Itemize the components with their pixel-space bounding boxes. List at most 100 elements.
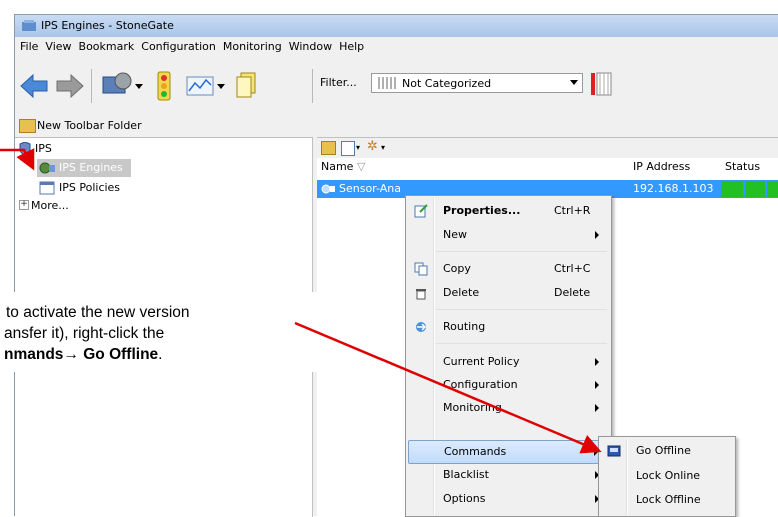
- chevron-down-icon[interactable]: ▾: [381, 143, 385, 152]
- menu-item-shortcut: Ctrl+R: [554, 204, 591, 217]
- main-toolbar: Filter... Not Categorized: [15, 57, 778, 116]
- menu-item-label: Routing: [443, 320, 486, 333]
- tree-item-label: More...: [31, 199, 69, 212]
- new-element-icon[interactable]: [341, 141, 355, 156]
- tree-item-label: IPS Engines: [59, 161, 123, 174]
- tree-item-ips-policies[interactable]: IPS Policies: [37, 179, 157, 197]
- menu-item-label: New: [443, 228, 467, 241]
- forward-arrow-icon[interactable]: [55, 71, 85, 101]
- menu-item-label: Configuration: [443, 378, 518, 391]
- menu-item-label: Blacklist: [443, 468, 489, 481]
- shield-icon: [19, 142, 31, 155]
- menu-help[interactable]: Help: [334, 37, 366, 53]
- column-header-label: Name: [321, 160, 354, 173]
- menu-item-copy[interactable]: Copy Ctrl+C: [408, 258, 609, 280]
- go-offline-icon: [607, 445, 621, 457]
- expand-plus-icon[interactable]: +: [19, 200, 29, 210]
- delete-icon: [416, 289, 426, 300]
- menu-item-options[interactable]: Options: [408, 488, 609, 510]
- menu-item-label: Delete: [443, 286, 480, 299]
- traffic-light-icon[interactable]: [151, 71, 177, 101]
- menu-item-label: Lock Online: [636, 469, 701, 482]
- menu-item-label: Current Policy: [443, 355, 520, 368]
- chevron-down-icon[interactable]: ▾: [356, 143, 360, 152]
- documents-icon[interactable]: [233, 71, 259, 101]
- menu-file[interactable]: File: [15, 37, 40, 53]
- menu-item-new[interactable]: New: [408, 224, 609, 246]
- monitoring-chart-icon[interactable]: [185, 71, 227, 101]
- status-indicator: [745, 181, 765, 197]
- callout-line-3: nmands→ Go Offline.: [4, 346, 162, 364]
- ips-engine-icon: [321, 184, 335, 194]
- filter-label: Filter...: [320, 76, 357, 89]
- column-header-status[interactable]: Status: [725, 160, 775, 178]
- tree-root-ips[interactable]: IPS: [17, 140, 297, 158]
- column-header-name[interactable]: Name ▽: [321, 160, 621, 178]
- toolbar-folder-bar: New Toolbar Folder: [15, 115, 778, 137]
- filter-category-select[interactable]: Not Categorized: [371, 73, 583, 93]
- callout-period: .: [158, 346, 163, 363]
- menu-bookmark[interactable]: Bookmark: [74, 37, 137, 53]
- menu-item-routing[interactable]: Routing: [408, 316, 609, 338]
- menu-item-shortcut: Ctrl+C: [554, 262, 591, 275]
- callout-arrow: →: [63, 346, 79, 363]
- folder-up-icon[interactable]: [321, 141, 336, 155]
- callout-line-1: to activate the new version: [6, 304, 190, 321]
- column-header-label: Status: [725, 160, 761, 173]
- menu-item-blacklist[interactable]: Blacklist: [408, 464, 609, 486]
- ips-engine-icon: [39, 162, 55, 174]
- title-bar: IPS Engines - StoneGate: [15, 15, 778, 37]
- properties-icon: [414, 204, 428, 218]
- submenu-arrow-icon: [595, 231, 599, 239]
- menu-item-label: Copy: [443, 262, 471, 275]
- submenu-arrow-icon: [595, 358, 599, 366]
- filter-category-value: Not Categorized: [402, 77, 492, 90]
- submenu-arrow-icon: [595, 404, 599, 412]
- tree-item-ips-engines[interactable]: IPS Engines: [37, 159, 131, 177]
- category-filter-icon[interactable]: [589, 71, 613, 97]
- menu-item-configuration[interactable]: Configuration: [408, 374, 609, 396]
- list-toolbar: ▾ ✲ ▾: [317, 138, 778, 158]
- column-header-ip-address[interactable]: IP Address: [633, 160, 713, 178]
- status-indicator: [767, 181, 778, 197]
- menu-item-go-offline[interactable]: Go Offline: [601, 440, 733, 462]
- menu-item-label: Lock Offline: [636, 493, 701, 506]
- window-title: IPS Engines - StoneGate: [41, 19, 174, 32]
- new-folder-icon: [19, 119, 36, 133]
- column-header-label: IP Address: [633, 160, 691, 173]
- routing-icon: [416, 322, 427, 332]
- submenu-arrow-icon: [595, 381, 599, 389]
- gear-icon[interactable]: ✲: [367, 139, 378, 154]
- tree-item-more[interactable]: + More...: [17, 197, 137, 215]
- menu-window[interactable]: Window: [284, 37, 334, 53]
- menu-item-label: Options: [443, 492, 486, 505]
- menu-item-lock-offline[interactable]: Lock Offline: [601, 489, 733, 511]
- copy-icon: [414, 262, 428, 276]
- menu-item-monitoring[interactable]: Monitoring: [408, 397, 609, 419]
- menu-monitoring[interactable]: Monitoring: [218, 37, 284, 53]
- callout-line-2: ansfer it), right-click the: [4, 325, 165, 342]
- menu-item-label: Commands: [444, 445, 507, 458]
- back-arrow-icon[interactable]: [19, 71, 49, 101]
- menu-item-label: Properties...: [443, 204, 521, 217]
- status-indicator: [721, 181, 743, 197]
- system-status-icon[interactable]: [101, 71, 145, 101]
- menu-bar: File View Bookmark Configuration Monitoring W…: [15, 37, 778, 57]
- engine-name-cell: Sensor-Ana: [339, 182, 401, 195]
- new-toolbar-folder-button[interactable]: New Toolbar Folder: [37, 119, 142, 132]
- commands-submenu: Go Offline Lock Online Lock Offline: [598, 436, 736, 517]
- callout-bold-commands: nmands: [4, 346, 64, 363]
- menu-item-current-policy[interactable]: Current Policy: [408, 351, 609, 373]
- menu-view[interactable]: View: [40, 37, 73, 53]
- category-icon: [378, 77, 396, 89]
- menu-configuration[interactable]: Configuration: [136, 37, 218, 53]
- menu-item-delete[interactable]: Delete Delete: [408, 282, 609, 304]
- ip-address-cell: 192.168.1.103: [633, 182, 714, 195]
- menu-item-commands[interactable]: Commands: [408, 440, 609, 464]
- menu-item-shortcut: Delete: [554, 286, 591, 299]
- tree-item-label: IPS Policies: [59, 181, 121, 194]
- menu-item-lock-online[interactable]: Lock Online: [601, 465, 733, 487]
- menu-item-properties[interactable]: Properties... Ctrl+R: [408, 200, 609, 222]
- context-menu: Properties... Ctrl+R New Copy Ctrl+C Del…: [405, 195, 612, 517]
- menu-item-label: Go Offline: [636, 444, 691, 457]
